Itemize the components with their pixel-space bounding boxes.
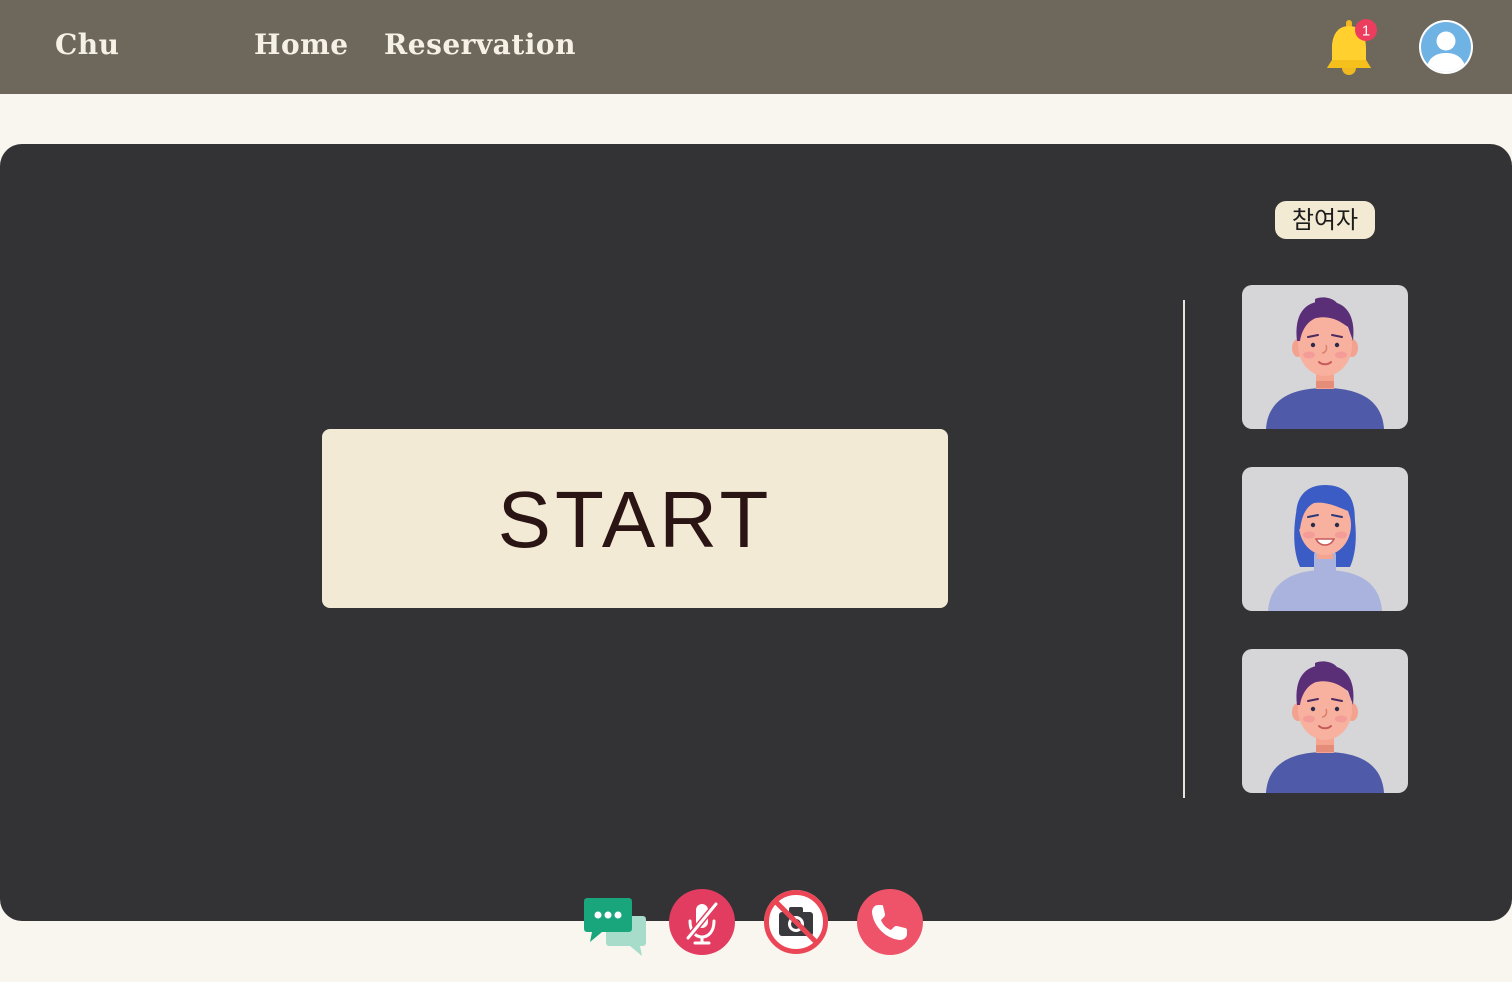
nav-home-link[interactable]: Home xyxy=(254,28,349,61)
participant-tile[interactable] xyxy=(1242,285,1408,429)
top-nav-bar: Chu Home Reservation 1 xyxy=(0,0,1512,94)
participants-divider xyxy=(1183,300,1185,798)
participants-label: 참여자 xyxy=(1275,201,1375,239)
user-avatar-icon[interactable] xyxy=(1417,18,1475,76)
brand-logo[interactable]: Chu xyxy=(55,28,120,61)
participant-tile[interactable] xyxy=(1242,649,1408,793)
nav-reservation-link[interactable]: Reservation xyxy=(384,28,576,61)
notification-badge: 1 xyxy=(1355,19,1377,41)
male-avatar-icon xyxy=(1266,661,1384,793)
male-avatar-icon xyxy=(1266,297,1384,429)
camera-off-icon[interactable] xyxy=(762,888,830,956)
phone-icon[interactable] xyxy=(856,888,924,956)
start-button[interactable]: START xyxy=(322,429,948,608)
participant-tile[interactable] xyxy=(1242,467,1408,611)
female-avatar-icon xyxy=(1268,485,1382,611)
chat-bubbles-icon[interactable] xyxy=(584,894,648,958)
notification-bell-icon[interactable]: 1 xyxy=(1324,16,1382,80)
svg-text:1: 1 xyxy=(1362,23,1370,40)
mic-off-icon[interactable] xyxy=(668,888,736,956)
